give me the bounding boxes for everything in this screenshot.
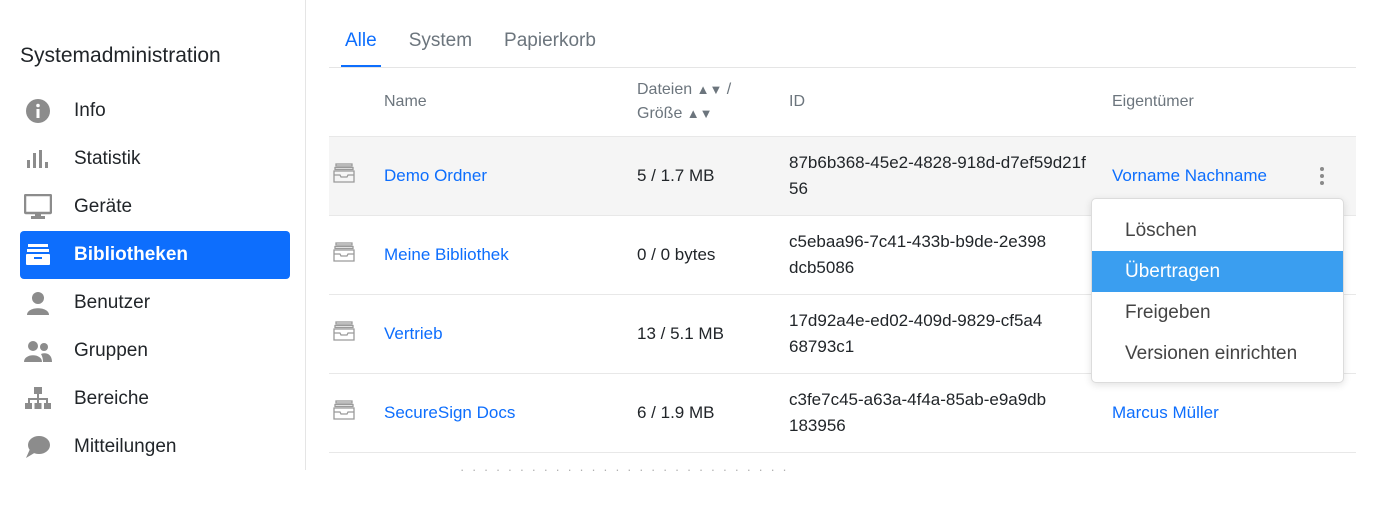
sidebar-item-label: Geräte xyxy=(74,196,133,217)
header-size-line: Größe ▲▼ xyxy=(637,102,789,126)
bar-chart-icon xyxy=(23,144,53,174)
group-icon xyxy=(23,336,53,366)
library-name-link[interactable]: SecureSign Docs xyxy=(384,403,515,422)
header-files-line: Dateien ▲▼ / xyxy=(637,78,789,102)
library-files-size: 6 / 1.9 MB xyxy=(637,373,789,453)
library-name-link[interactable]: Meine Bibliothek xyxy=(384,245,509,264)
hierarchy-icon xyxy=(23,384,53,414)
library-name-link[interactable]: Demo Ordner xyxy=(384,166,487,185)
sidebar-item-label: Benutzer xyxy=(74,292,151,313)
header-files-label[interactable]: Dateien xyxy=(637,81,692,98)
sidebar-item-geraete[interactable]: Geräte xyxy=(20,183,290,231)
monitor-icon xyxy=(23,192,53,222)
library-id: 17d92a4e-ed02-409d-9829-cf5a4 68793c1 xyxy=(789,308,1089,360)
library-operations-menu: Löschen Übertragen Freigeben Versionen e… xyxy=(1091,198,1344,383)
library-id-line-2: 68793c1 xyxy=(789,336,855,356)
menu-item-freigeben[interactable]: Freigeben xyxy=(1092,292,1343,333)
menu-item-versionen-einrichten[interactable]: Versionen einrichten xyxy=(1092,333,1343,374)
table-row[interactable]: SecureSign Docs 6 / 1.9 MB c3fe7c45-a63a… xyxy=(329,373,1356,453)
header-files-size: Dateien ▲▼ / Größe ▲▼ xyxy=(637,68,789,137)
sidebar-item-label: Bibliotheken xyxy=(74,244,189,265)
speech-bubble-icon xyxy=(23,432,53,462)
sidebar-item-label: Gruppen xyxy=(74,340,148,361)
header-size-label[interactable]: Größe xyxy=(637,105,682,122)
library-folder-icon xyxy=(333,321,355,345)
library-id: c5ebaa96-7c41-433b-b9de-2e398 dcb5086 xyxy=(789,229,1089,281)
tab-alle[interactable]: Alle xyxy=(341,24,381,67)
library-id: c3fe7c45-a63a-4f4a-85ab-e9a9db 183956 xyxy=(789,387,1089,439)
table-header-row: Name Dateien ▲▼ / Größe ▲▼ ID Eigentümer xyxy=(329,68,1356,137)
sort-icon[interactable]: ▲▼ xyxy=(697,82,723,97)
tab-papierkorb[interactable]: Papierkorb xyxy=(504,24,596,67)
library-id-line-1: 17d92a4e-ed02-409d-9829-cf5a4 xyxy=(789,310,1043,330)
menu-item-loeschen[interactable]: Löschen xyxy=(1092,210,1343,251)
info-icon xyxy=(23,96,53,126)
owner-link[interactable]: Marcus Müller xyxy=(1112,403,1219,422)
sidebar-item-label: Info xyxy=(74,100,106,121)
sidebar-title: Systemadministration xyxy=(20,44,221,67)
tab-system[interactable]: System xyxy=(409,24,472,67)
sidebar-item-info[interactable]: Info xyxy=(20,87,290,135)
header-name: Name xyxy=(384,68,637,137)
library-id-line-2: dcb5086 xyxy=(789,257,855,277)
header-separator: / xyxy=(726,80,732,98)
menu-item-uebertragen[interactable]: Übertragen xyxy=(1092,251,1343,292)
library-files-size: 0 / 0 bytes xyxy=(637,215,789,295)
library-files-size: 5 / 1.7 MB xyxy=(637,136,789,216)
owner-link[interactable]: Vorname Nachname xyxy=(1112,166,1267,185)
header-id: ID xyxy=(789,68,1112,137)
library-folder-icon xyxy=(333,400,355,424)
library-id-line-1: c3fe7c45-a63a-4f4a-85ab-e9a9db xyxy=(789,389,1047,409)
sidebar-nav: Info Statistik Geräte Bibliotheken Benut… xyxy=(20,87,290,471)
sidebar-item-mitteilungen[interactable]: Mitteilungen xyxy=(20,423,290,471)
library-tabs: Alle System Papierkorb xyxy=(341,24,628,67)
sidebar-item-label: Bereiche xyxy=(74,388,149,409)
library-id: 87b6b368-45e2-4828-918d-d7ef59d21f56 xyxy=(789,152,1086,198)
library-folder-icon xyxy=(333,242,355,266)
header-icon-column xyxy=(329,68,384,137)
sidebar-item-bereiche[interactable]: Bereiche xyxy=(20,375,290,423)
library-name-link[interactable]: Vertrieb xyxy=(384,324,443,343)
header-operations xyxy=(1312,68,1356,137)
admin-sidebar: Systemadministration Info Statistik Gerä… xyxy=(0,0,306,470)
user-icon xyxy=(23,288,53,318)
header-owner: Eigentümer xyxy=(1112,68,1312,137)
library-id-line-1: c5ebaa96-7c41-433b-b9de-2e398 xyxy=(789,231,1047,251)
sort-icon[interactable]: ▲▼ xyxy=(687,106,713,121)
more-options-icon[interactable] xyxy=(1312,166,1332,185)
truncated-row-fragment: · · · · · · · · · · · · · · · · · · · · … xyxy=(460,462,789,477)
sidebar-item-label: Mitteilungen xyxy=(74,436,177,457)
sidebar-item-gruppen[interactable]: Gruppen xyxy=(20,327,290,375)
library-folder-icon xyxy=(333,163,355,187)
library-files-size: 13 / 5.1 MB xyxy=(637,294,789,374)
library-icon xyxy=(23,240,53,270)
sidebar-item-bibliotheken[interactable]: Bibliotheken xyxy=(20,231,290,279)
sidebar-item-benutzer[interactable]: Benutzer xyxy=(20,279,290,327)
sidebar-item-label: Statistik xyxy=(74,148,141,169)
sidebar-item-statistik[interactable]: Statistik xyxy=(20,135,290,183)
library-id-line-2: 183956 xyxy=(789,415,846,435)
